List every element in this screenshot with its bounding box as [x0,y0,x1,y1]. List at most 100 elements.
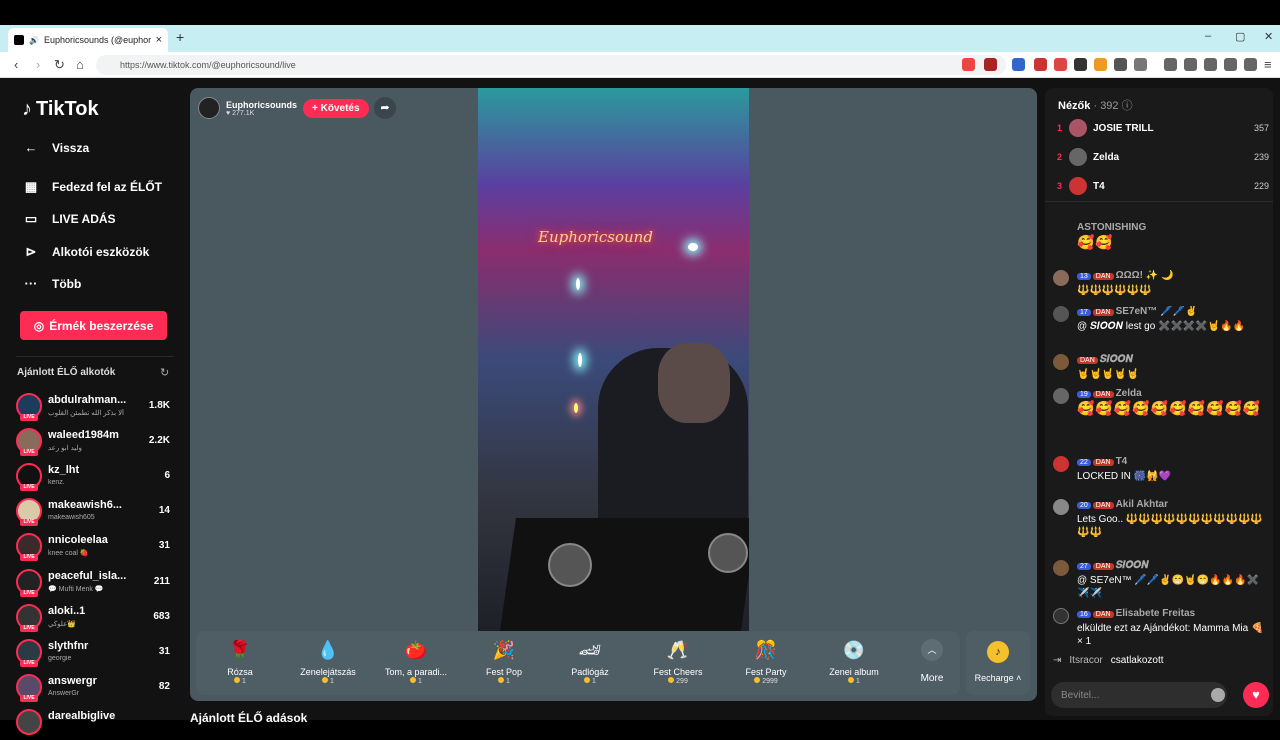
follow-button[interactable]: + Követés [303,98,369,118]
fest-party-icon: 🎊 [754,640,778,660]
coin-icon [410,677,417,683]
creator-item[interactable]: LIVE makeawish6... makeawish605 14 [16,495,176,529]
minimize-button[interactable]: – [1205,30,1211,42]
creator-item[interactable]: LIVE abdulrahman... ألا بذكر الله تطمئن … [16,390,176,424]
live-badge: LIVE [20,590,38,597]
top-viewer-row[interactable]: 3 T4 229 [1057,175,1269,197]
gift-price-value: 1 [506,678,510,685]
level-badge: 22 [1077,459,1091,466]
extension-icon[interactable] [1074,58,1087,71]
host-avatar[interactable] [198,97,220,119]
gift-item[interactable]: 🎊 Fest Party 2999 [730,637,802,693]
address-bar[interactable]: https://www.tiktok.com/@euphoricsound/li… [96,55,1006,75]
brave-shield-icon[interactable] [962,58,975,71]
gift-price: 1 [380,677,452,685]
maximize-button[interactable]: ▢ [1235,30,1245,43]
gift-price-value: 2999 [762,678,778,685]
creator-item[interactable]: LIVE kz_lht kenz. 6 [16,460,176,494]
shield-icon[interactable] [1244,58,1257,71]
creator-item[interactable]: LIVE nnicoleelaa knee coal 🍓 31 [16,530,176,564]
like-heart-icon[interactable]: ♥ [1243,682,1269,708]
recharge-button[interactable]: ♪ Recharge ˄ [966,631,1030,695]
level-badge: 20 [1077,502,1091,509]
join-icon: ⇥ [1053,655,1062,666]
back-arrow-icon[interactable]: ‹ [14,57,18,72]
gift-item[interactable]: 🥂 Fest Cheers 299 [642,637,714,693]
vpn-icon[interactable] [1224,58,1237,71]
gift-item[interactable]: 🌹 Rózsa 1 [204,637,276,693]
joined-user[interactable]: Itsracor [1069,655,1102,666]
gift-name: Rózsa [227,667,253,677]
chat-username[interactable]: T4 [1116,456,1128,467]
gift-item[interactable]: 🏎 Padlógáz 1 [554,637,626,693]
back-link[interactable]: ← Vissza [22,140,90,155]
extension-icon[interactable] [1134,58,1147,71]
creator-item[interactable]: LIVE waleed1984m وليد ابو رعد 2.2K [16,425,176,459]
refresh-icon[interactable]: ↻ [160,366,169,379]
fan-badge: DAN [1092,611,1114,618]
get-coins-button[interactable]: ◎ Érmék beszerzése [20,311,167,340]
nav-more[interactable]: ··· Több [22,276,82,291]
host-name[interactable]: Euphoricsounds [226,100,297,110]
chat-username[interactable]: 𝑺𝑰𝑶𝑶𝑵 [1116,560,1149,571]
wallet-icon[interactable] [1204,58,1217,71]
viewer-count: 31 [158,646,170,657]
nav-live-studio[interactable]: ▭ LIVE ADÁS [22,211,116,227]
new-tab-button[interactable]: + [176,29,184,45]
live-video[interactable]: Euphoricsound [478,88,749,631]
chat-username[interactable]: SE7eN™ 🖊️🖊️✌️ [1116,306,1198,317]
chat-message: 20 DAN Akil Akhtar Lets Goo.. 🔱🔱🔱🔱🔱🔱🔱🔱🔱🔱🔱🔱… [1053,499,1267,551]
more-gifts-button[interactable]: ︿ More [912,639,952,684]
gift-item[interactable]: 💿 Zenei album 1 [818,637,890,693]
nav-explore-live[interactable]: ▦ Fedezd fel az ÉLŐT [22,179,162,195]
viewers-header[interactable]: Nézők · 392 ⓘ [1058,97,1133,113]
get-coins-label: Érmék beszerzése [49,318,154,333]
share-icon[interactable]: ➦ [374,97,396,119]
forward-arrow-icon[interactable]: › [36,57,40,72]
chat-username[interactable]: ASTONISHING [1077,222,1146,233]
chat-username[interactable]: Elisabete Freitas [1116,608,1195,619]
hls-extension-icon[interactable] [1054,58,1067,71]
tiktok-coin-icon: ♪ [987,641,1009,663]
gift-item[interactable]: 🍅 Tom, a paradi... 1 [380,637,452,693]
nav-creator-tools[interactable]: ⊳ Alkotói eszközök [22,244,150,260]
chat-input[interactable] [1051,682,1227,708]
gift-bar: 🌹 Rózsa 1 💧 Zenelejátszás 1 🍅 Tom, a par… [196,631,960,695]
chat-username[interactable]: Zelda [1116,388,1142,399]
close-window-button[interactable]: ✕ [1264,30,1273,43]
live-badge: LIVE [20,660,38,667]
tiktok-logo[interactable]: ♪ TikTok [22,98,99,121]
extension-icon[interactable] [1094,58,1107,71]
chat-username[interactable]: 𝑺𝑰𝑶𝑶𝑵 [1100,354,1133,365]
gift-item[interactable]: 💧 Zenelejátszás 1 [292,637,364,693]
viewer-score: 357 [1253,123,1269,133]
creator-item[interactable]: LIVE aloki..1 علوكي👑 683 [16,601,176,635]
avatar [1069,177,1087,195]
chat-username[interactable]: ΩΩΩ! ✨ 🌙 [1116,270,1174,281]
creator-item[interactable]: darealbiglive [16,706,176,740]
top-viewer-row[interactable]: 1 JOSIE TRILL 357 [1057,117,1269,139]
menu-icon[interactable]: ≡ [1264,57,1272,72]
home-icon[interactable]: ⌂ [76,57,84,72]
translate-extension-icon[interactable] [1012,58,1025,71]
creator-item[interactable]: LIVE peaceful_isla... 💬 Mufti Menk 💬 211 [16,566,176,600]
gift-price: 1 [554,677,626,685]
creator-item[interactable]: LIVE answergr AnswerGr 82 [16,671,176,705]
top-viewer-row[interactable]: 2 Zelda 239 [1057,146,1269,168]
browser-tab[interactable]: 🔊 Euphoricsounds (@euphoricsou × [8,28,168,52]
extension-icon[interactable] [1114,58,1127,71]
creator-item[interactable]: LIVE slythfnr georgie 31 [16,636,176,670]
rewards-icon[interactable] [984,58,997,71]
gift-item[interactable]: 🎉 Fest Pop 1 [468,637,540,693]
emoji-icon[interactable] [1211,688,1225,702]
viewers-count: · 392 [1093,100,1119,112]
chat-username[interactable]: Akil Akhtar [1116,499,1168,510]
viewer-count: 6 [164,470,170,481]
chevron-up-icon: ︿ [921,639,943,661]
light-decoration [688,243,698,251]
media-icon[interactable] [1164,58,1177,71]
close-tab-icon[interactable]: × [156,34,162,46]
extension-icon[interactable] [1034,58,1047,71]
sidebar-icon[interactable] [1184,58,1197,71]
reload-icon[interactable]: ↻ [54,57,65,73]
